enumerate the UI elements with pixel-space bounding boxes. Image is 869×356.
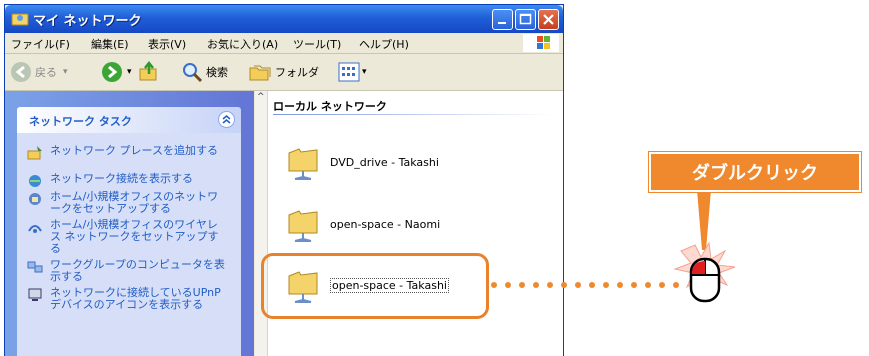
network-connections-icon: [29, 175, 41, 187]
menu-bar: ファイル(F) 編集(E) 表示(V) お気に入り(A) ツール(T) ヘルプ(…: [5, 33, 563, 54]
forward-arrow-icon: [102, 62, 122, 82]
up-folder-button[interactable]: [138, 61, 160, 83]
folders-button[interactable]: フォルダ: [248, 61, 319, 83]
chevron-down-icon: ▾: [127, 67, 132, 77]
back-label: 戻る: [35, 66, 57, 79]
menu-view[interactable]: 表示(V): [148, 36, 186, 52]
maximize-button[interactable]: [515, 9, 536, 30]
window-title: マイ ネットワーク: [33, 14, 142, 29]
network-share-folder-icon: [288, 210, 318, 242]
network-item-label: open-space - Naomi: [330, 217, 441, 231]
toolbar: 戻る ▾ ▾ 検索 フォルダ ▾: [5, 54, 563, 91]
group-divider: [273, 114, 553, 115]
close-button[interactable]: [538, 9, 559, 30]
back-arrow-icon: [11, 62, 31, 82]
folders-icon: [249, 65, 271, 81]
task-pane: ネットワーク タスク ネットワーク プレースを追加する ネットワーク接続を表示す…: [5, 91, 254, 356]
network-item-dvd-drive[interactable]: DVD_drive - Takashi: [285, 141, 439, 183]
chevron-up-icon: [222, 115, 231, 124]
network-tasks-list: ネットワーク プレースを追加する ネットワーク接続を表示する ホーム/小規模オフ…: [17, 133, 241, 356]
chevron-down-icon: ▾: [362, 67, 367, 77]
task-view-workgroup[interactable]: ワークグループのコンピュータを表示する: [27, 259, 228, 283]
mouse-click-icon: [673, 241, 736, 303]
task-setup-home-network[interactable]: ホーム/小規模オフィスのネットワークをセットアップする: [27, 191, 228, 215]
wireless-network-icon: [28, 225, 42, 233]
windows-logo-icon: [523, 34, 559, 52]
group-title: ローカル ネットワーク: [273, 100, 387, 113]
forward-button[interactable]: ▾: [101, 61, 132, 83]
search-label: 検索: [206, 66, 228, 79]
minimize-icon: [498, 22, 506, 24]
minimize-button[interactable]: [492, 9, 513, 30]
search-icon: [183, 63, 203, 83]
task-add-network-place[interactable]: ネットワーク プレースを追加する: [27, 145, 228, 161]
network-item-label: DVD_drive - Takashi: [330, 155, 439, 169]
network-item-open-space-naomi[interactable]: open-space - Naomi: [285, 203, 440, 245]
add-network-place-icon: [27, 146, 42, 160]
task-view-connections[interactable]: ネットワーク接続を表示する: [27, 173, 228, 189]
double-click-callout: ダブルクリック: [648, 151, 862, 193]
folders-label: フォルダ: [275, 66, 319, 79]
menu-favorites[interactable]: お気に入り(A): [207, 36, 278, 52]
dotted-connector: [491, 282, 679, 288]
title-bar[interactable]: マイ ネットワーク: [5, 5, 563, 33]
up-folder-icon: [139, 61, 157, 81]
network-share-folder-icon: [288, 148, 318, 180]
collapse-button[interactable]: [218, 111, 235, 128]
menu-edit[interactable]: 編集(E): [91, 36, 129, 52]
upnp-device-icon: [28, 288, 42, 301]
chevron-down-icon: ▾: [63, 67, 68, 77]
task-show-upnp-icons[interactable]: ネットワークに接続しているUPnP デバイスのアイコンを表示する: [27, 287, 228, 311]
network-folder-icon: [11, 13, 29, 26]
menu-help[interactable]: ヘルプ(H): [359, 36, 409, 52]
back-button[interactable]: 戻る ▾: [10, 61, 68, 83]
workgroup-computers-icon: [27, 261, 43, 273]
menu-file[interactable]: ファイル(F): [11, 36, 70, 52]
home-network-icon: [29, 193, 41, 205]
menu-tools[interactable]: ツール(T): [293, 36, 341, 52]
views-button[interactable]: ▾: [338, 61, 367, 83]
network-tasks-header[interactable]: ネットワーク タスク: [17, 107, 241, 133]
highlight-ring: [261, 253, 489, 319]
maximize-icon: [519, 13, 532, 25]
views-grid-icon: [338, 62, 360, 82]
network-tasks-title: ネットワーク タスク: [29, 115, 132, 128]
task-setup-wireless-network[interactable]: ホーム/小規模オフィスのワイヤレス ネットワークをセットアップする: [27, 219, 228, 255]
search-button[interactable]: 検索: [181, 61, 228, 83]
chevron-up-icon: ^: [257, 92, 265, 102]
close-icon: [543, 14, 554, 25]
